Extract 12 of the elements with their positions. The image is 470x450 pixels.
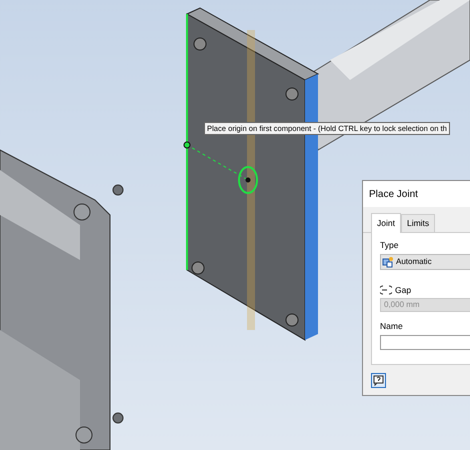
dialog-title: Place Joint — [363, 181, 470, 207]
gap-label: Gap — [395, 284, 412, 296]
type-dropdown[interactable]: Automatic — [380, 254, 470, 270]
joint-type-icon — [382, 256, 394, 268]
type-label: Type — [380, 238, 400, 252]
tab[interactable]: Joint — [371, 213, 401, 233]
name-field[interactable] — [380, 335, 470, 350]
tab[interactable]: Limits — [400, 214, 436, 232]
help-icon — [373, 375, 384, 386]
help-button[interactable] — [371, 373, 386, 388]
name-label: Name — [380, 320, 404, 333]
gap-icon — [380, 284, 392, 295]
